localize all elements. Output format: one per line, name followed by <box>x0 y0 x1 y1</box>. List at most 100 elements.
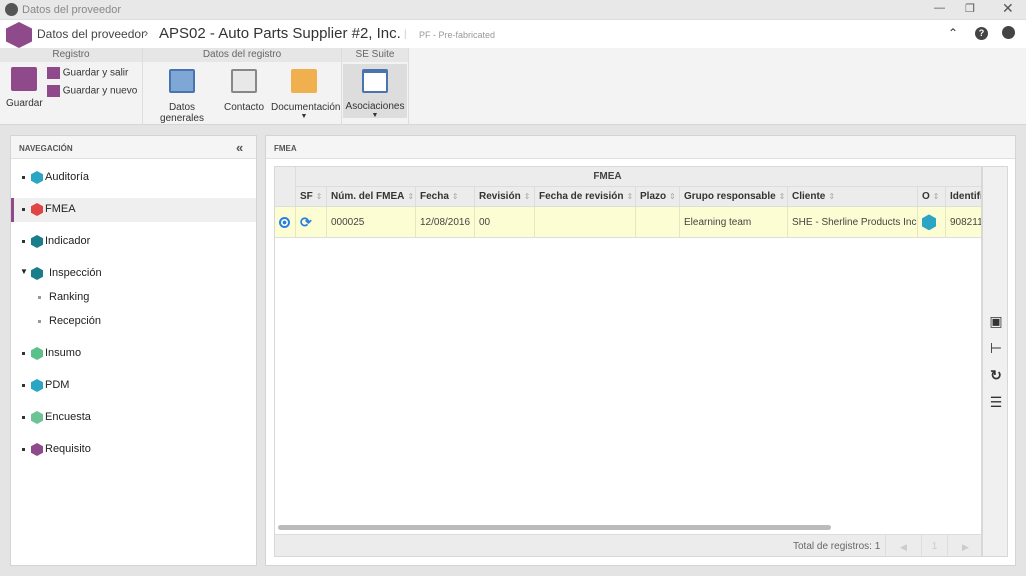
grid-toolbar: ▣ ⊢ ↻ ☰ <box>982 166 1008 557</box>
nav-item-fmea[interactable]: FMEA <box>11 198 256 222</box>
column-header-fecha-revision[interactable]: Fecha de revisión ⇕ <box>535 187 636 207</box>
column-header-num[interactable]: Núm. del FMEA ⇕ <box>327 187 416 207</box>
cell-cliente: SHE - Sherline Products Inc <box>788 207 918 238</box>
group-label: SE Suite <box>342 48 408 62</box>
column-header-fecha[interactable]: Fecha ⇕ <box>416 187 475 207</box>
hierarchy-icon[interactable]: ⊢ <box>988 340 1004 356</box>
select-column-header <box>275 167 296 207</box>
general-data-button[interactable]: Datos generales <box>147 69 217 124</box>
nav-label: Indicador <box>45 235 91 247</box>
page-subtitle: PF - Pre-fabricated <box>419 30 496 40</box>
folder-attachment-icon <box>291 69 317 93</box>
ribbon-group-sesuite: SE Suite Asociaciones ▼ <box>342 48 409 125</box>
save-exit-button[interactable]: Guardar y salir <box>47 67 128 79</box>
navigation-header: NAVEGACIÓN <box>11 136 256 159</box>
title-bar: Datos del proveedor — ❐ ✕ <box>0 0 1026 20</box>
save-exit-icon <box>47 67 60 79</box>
nav-label: Recepción <box>49 315 101 327</box>
row-radio[interactable] <box>275 207 296 238</box>
page-header: Datos del proveedor › APS02 - Auto Parts… <box>0 20 1026 48</box>
column-header-revision[interactable]: Revisión ⇕ <box>475 187 535 207</box>
main-header: FMEA <box>266 136 1015 159</box>
nav-label: Auditoría <box>45 171 90 183</box>
save-exit-label: Guardar y salir <box>62 67 129 79</box>
collapse-header-icon[interactable]: ⌃ <box>948 26 958 40</box>
restore-button[interactable]: ❐ <box>965 2 975 15</box>
window-title: Datos del proveedor <box>22 4 122 16</box>
nav-item-recepcion[interactable]: Recepción <box>11 310 256 334</box>
contact-button[interactable]: Contacto <box>223 69 265 113</box>
group-header-blank <box>919 167 981 187</box>
divider: | <box>404 29 407 40</box>
group-label: Datos del registro <box>143 48 341 62</box>
save-new-button[interactable]: Guardar y nuevo <box>47 85 137 97</box>
column-header-sf[interactable]: SF ⇕ <box>296 187 327 207</box>
ribbon-group-registro: Registro Guardar Guardar y salir Guardar… <box>0 48 143 125</box>
save-button[interactable]: Guardar <box>6 67 43 109</box>
nav-label: Ranking <box>49 291 90 303</box>
nav-label: Encuesta <box>45 411 91 423</box>
associations-label: Asociaciones <box>345 101 405 112</box>
nav-item-pdm[interactable]: PDM <box>11 374 256 398</box>
page-title: APS02 - Auto Parts Supplier #2, Inc. <box>159 25 401 42</box>
help-icon[interactable]: ? <box>975 27 988 40</box>
form-icon <box>169 69 195 93</box>
nav-label: Inspección <box>49 267 102 279</box>
power-icon[interactable] <box>1002 26 1015 39</box>
nav-item-encuesta[interactable]: Encuesta <box>11 406 256 430</box>
column-header-cliente[interactable]: Cliente ⇕ <box>788 187 918 207</box>
minimize-button[interactable]: — <box>934 2 945 14</box>
save-icon <box>11 67 37 91</box>
sync-icon: ⟳ <box>296 207 327 238</box>
view-icon[interactable]: ▣ <box>988 313 1004 329</box>
nav-item-inspeccion[interactable]: ▼ Inspección <box>11 262 256 286</box>
documentation-label: Documentación <box>271 102 341 113</box>
breadcrumb[interactable]: Datos del proveedor <box>37 27 145 41</box>
documentation-button[interactable]: Documentación ▼ <box>271 69 341 120</box>
cell-grupo: Elearning team <box>680 207 788 238</box>
requirement-icon <box>31 443 43 456</box>
indicator-icon <box>31 235 43 248</box>
survey-icon <box>31 411 43 424</box>
nav-label: FMEA <box>45 203 76 215</box>
group-label: Registro <box>0 48 142 62</box>
close-button[interactable]: ✕ <box>1002 0 1014 17</box>
fmea-icon <box>31 203 43 216</box>
horizontal-scrollbar[interactable] <box>278 525 831 530</box>
cell-o <box>918 207 946 238</box>
pdm-icon <box>922 214 936 231</box>
nav-item-indicador[interactable]: Indicador <box>11 230 256 254</box>
save-new-icon <box>47 85 60 97</box>
page-number[interactable]: 1 <box>921 535 947 556</box>
associations-button[interactable]: Asociaciones ▼ <box>343 64 407 119</box>
nav-item-ranking[interactable]: Ranking <box>11 286 256 310</box>
refresh-icon[interactable]: ↻ <box>988 367 1004 383</box>
save-new-label: Guardar y nuevo <box>62 85 138 97</box>
column-header-o[interactable]: O ⇕ <box>918 187 946 207</box>
dropdown-arrow-icon: ▼ <box>300 113 308 120</box>
expand-arrow-icon[interactable]: ▼ <box>20 267 28 276</box>
collapse-panel-icon[interactable]: « <box>236 140 243 155</box>
prev-page-button[interactable]: ◀ <box>885 535 921 556</box>
nav-item-auditoria[interactable]: Auditoría <box>11 166 256 190</box>
associations-icon <box>362 69 388 93</box>
globe-icon <box>5 3 18 16</box>
ribbon: Registro Guardar Guardar y salir Guardar… <box>0 48 1026 125</box>
grid-footer: Total de registros: 1 ◀ 1 ▶ <box>275 534 981 556</box>
dropdown-arrow-icon: ▼ <box>371 112 379 119</box>
column-header-identificador[interactable]: Identifi <box>946 187 981 207</box>
contact-card-icon <box>231 69 257 93</box>
navigation-title: NAVEGACIÓN <box>19 144 73 153</box>
column-header-plazo[interactable]: Plazo ⇕ <box>636 187 680 207</box>
nav-item-requisito[interactable]: Requisito <box>11 438 256 462</box>
fmea-grid: FMEA SF ⇕ Núm. del FMEA ⇕ Fecha ⇕ Revisión ⇕… <box>274 166 982 557</box>
cell-identificador: 9082111 <box>946 207 981 238</box>
list-icon[interactable]: ☰ <box>988 394 1004 410</box>
navigation-panel: NAVEGACIÓN « Auditoría FMEA Indicador ▼ I… <box>10 135 257 566</box>
nav-item-insumo[interactable]: Insumo <box>11 342 256 366</box>
column-header-grupo[interactable]: Grupo responsable ⇕ <box>680 187 788 207</box>
next-page-button[interactable]: ▶ <box>947 535 981 556</box>
cell-revision: 00 <box>475 207 535 238</box>
group-header: FMEA <box>296 167 919 187</box>
save-label: Guardar <box>6 98 43 109</box>
